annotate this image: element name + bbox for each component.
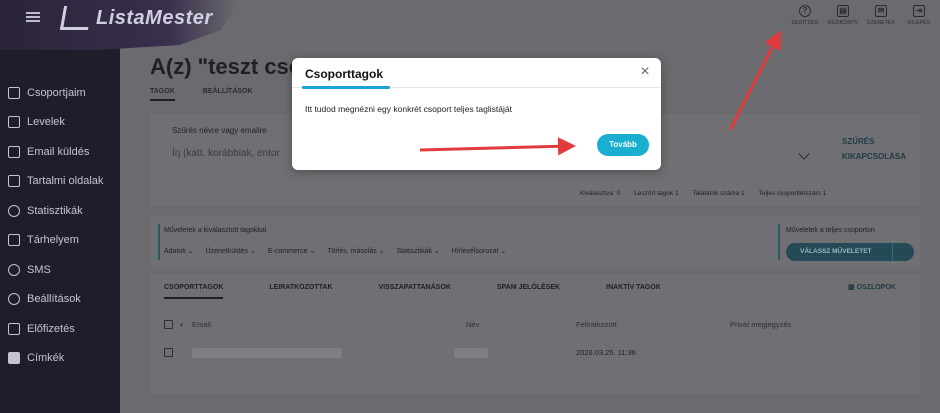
next-button[interactable]: Tovább (597, 134, 649, 156)
columns-button[interactable]: ▦ OSZLOPOK (848, 283, 896, 291)
sidebar: ListaMester Csoportjaim Levelek Email kü… (0, 0, 240, 413)
group-actions-title: Műveletek a teljes csoporton (786, 227, 875, 234)
page-title: A(z) "teszt csop (150, 54, 316, 79)
close-icon[interactable]: × (637, 64, 653, 80)
storage-icon (8, 234, 20, 247)
sidebar-item-sms[interactable]: SMS (0, 255, 120, 285)
tag-icon (8, 352, 20, 365)
tab-spam-reports[interactable]: SPAM JELÖLÉSEK (497, 284, 560, 299)
member-stats: Kiválasztva: 0 Leszűrt tagok 1 Találatok… (580, 190, 826, 197)
name-blurred (454, 348, 488, 358)
modal-progress-bar (302, 86, 390, 89)
column-private-note[interactable]: Privát megjegyzés (730, 320, 791, 329)
sidebar-nav: Csoportjaim Levelek Email küldés Tartalm… (0, 78, 120, 373)
menu-newsletter-series[interactable]: Hírlevélsorozat (452, 247, 507, 255)
hamburger-menu-icon[interactable] (26, 10, 40, 24)
email-blurred (192, 348, 342, 358)
sidebar-item-label: SMS (27, 263, 51, 276)
clipboard-icon (8, 86, 20, 99)
selected-actions-menu: Adatok Üzenetküldés E-commerce Törlés, m… (164, 247, 506, 255)
sidebar-item-tartalmi-oldalak[interactable]: Tartalmi oldalak (0, 167, 120, 197)
filter-label: Szűrés névre vagy emailre (172, 126, 267, 135)
sidebar-item-label: Statisztikák (27, 204, 83, 217)
sidebar-item-beallitasok[interactable]: Beállítások (0, 285, 120, 315)
envelope-icon (8, 116, 20, 129)
stat-results: Találatok száma 1 (692, 190, 745, 197)
book-icon (8, 175, 20, 188)
table-tabs: CSOPORTTAGOK LEIRATKOZOTTAK VISSZAPATTAN… (164, 284, 661, 299)
members-table-card: CSOPORTTAGOK LEIRATKOZOTTAK VISSZAPATTAN… (150, 274, 920, 394)
sidebar-item-label: Email küldés (27, 145, 90, 158)
filter-off-label-2: KIKAPCSOLÁSA (842, 152, 907, 161)
filter-off-label-1: SZŰRÉS (842, 137, 875, 146)
page-tabs: TAGOK BEÁLLÍTÁSOK (150, 88, 253, 101)
choose-action-label: VÁLASSZ MŰVELETET (800, 248, 872, 255)
members-modal: Csoporttagok × Itt tudod megnézni egy ko… (292, 58, 661, 170)
contrast-icon: ◐ (180, 320, 185, 329)
sidebar-item-email-kuldes[interactable]: Email küldés (0, 137, 120, 167)
tab-bounces[interactable]: VISSZAPATTANÁSOK (379, 284, 451, 299)
tab-settings[interactable]: BEÁLLÍTÁSOK (203, 88, 253, 101)
stat-selected: Kiválasztva: 0 (580, 190, 621, 197)
sidebar-item-label: Beállítások (27, 293, 81, 306)
sms-icon (8, 263, 20, 276)
menu-data[interactable]: Adatok (164, 247, 194, 255)
sidebar-item-levelek[interactable]: Levelek (0, 108, 120, 138)
selected-actions-title: Műveletek a kiválasztott tagokkal (164, 227, 267, 234)
sidebar-item-statisztikak[interactable]: Statisztikák (0, 196, 120, 226)
sidebar-item-csoportjaim[interactable]: Csoportjaim (0, 78, 120, 108)
table-row[interactable]: 2026.03.25. 11:36 (164, 348, 904, 366)
menu-messaging[interactable]: Üzenetküldés (206, 247, 256, 255)
pie-chart-icon (8, 204, 20, 217)
sidebar-item-elofizetes[interactable]: Előfizetés (0, 314, 120, 344)
sidebar-item-tarhelyem[interactable]: Tárhelyem (0, 226, 120, 256)
sidebar-item-label: Tárhelyem (27, 234, 79, 247)
modal-text: Itt tudod megnézni egy konkrét csoport t… (305, 104, 512, 114)
menu-delete-copy[interactable]: Törlés, másolás (327, 247, 384, 255)
columns-label: OSZLOPOK (856, 284, 896, 291)
select-all-checkbox[interactable] (164, 320, 173, 329)
choose-action-button[interactable]: VÁLASSZ MŰVELETET (786, 243, 914, 261)
group-actions-divider (778, 224, 780, 260)
stat-filtered: Leszűrt tagok 1 (634, 190, 679, 197)
gear-icon (8, 293, 20, 306)
sidebar-item-label: Tartalmi oldalak (27, 175, 104, 188)
menu-ecommerce[interactable]: E-commerce (268, 247, 316, 255)
pen-icon (8, 145, 20, 158)
menu-statistics[interactable]: Statisztikák (397, 247, 440, 255)
table-header: ◐ Email Név Feliratkozott Privát megjegy… (164, 320, 904, 334)
sidebar-item-label: Címkék (27, 352, 65, 365)
logo-mark-icon (59, 6, 93, 30)
chevron-down-icon[interactable] (798, 148, 810, 160)
tab-unsubscribed[interactable]: LEIRATKOZOTTAK (269, 284, 332, 299)
column-name[interactable]: Név (466, 320, 479, 329)
sidebar-item-label: Előfizetés (27, 322, 75, 335)
subscribed-date: 2026.03.25. 11:36 (576, 348, 636, 357)
modal-title: Csoporttagok (305, 67, 383, 81)
tab-group-members[interactable]: CSOPORTTAGOK (164, 284, 224, 299)
filter-off-button[interactable]: SZŰRÉS KIKAPCSOLÁSA (842, 134, 906, 164)
row-checkbox[interactable] (164, 348, 173, 357)
dropdown-toggle[interactable] (892, 243, 914, 261)
actions-card: Műveletek a kiválasztott tagokkal Adatok… (150, 216, 920, 268)
card-icon (8, 322, 20, 335)
tab-members[interactable]: TAGOK (150, 88, 175, 101)
column-subscribed[interactable]: Feliratkozott (576, 320, 617, 329)
tab-inactive-members[interactable]: INAKTÍV TAGOK (606, 284, 661, 299)
filter-input[interactable]: Írj (katt. korábbiak, entor (172, 148, 280, 159)
sidebar-item-cimkek[interactable]: Címkék (0, 344, 120, 374)
sidebar-item-label: Csoportjaim (27, 86, 86, 99)
stat-total: Teljes csoportlétszám 1 (758, 190, 827, 197)
actions-divider (158, 224, 160, 260)
column-email[interactable]: Email (192, 320, 211, 329)
sidebar-item-label: Levelek (27, 116, 65, 129)
